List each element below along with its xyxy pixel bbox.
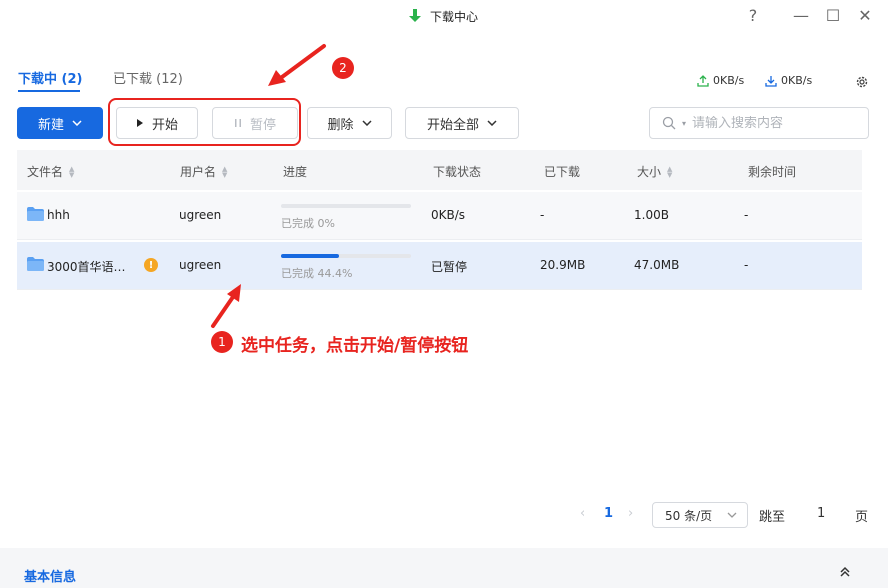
- column-header-progress: 进度: [283, 165, 308, 179]
- new-button[interactable]: 新建: [17, 107, 103, 139]
- remaining-time: -: [744, 208, 749, 222]
- prev-page-icon[interactable]: ‹: [580, 506, 585, 521]
- progress-text: 已完成 44.4%: [281, 267, 353, 280]
- start-all-button-label: 开始全部: [426, 117, 479, 133]
- chevron-down-icon: [72, 120, 82, 126]
- annotation-step-1: 1: [211, 331, 233, 353]
- tab-downloaded[interactable]: 已下载 (12): [113, 68, 183, 87]
- folder-icon: [27, 207, 44, 221]
- chevron-down-icon: [487, 120, 497, 126]
- folder-icon: [27, 257, 44, 271]
- column-header-remaining: 剩余时间: [748, 165, 797, 179]
- user-name: ugreen: [179, 258, 222, 272]
- search-box[interactable]: ▾: [649, 107, 869, 139]
- progress-fill: [281, 254, 339, 258]
- upload-speed-value: 0KB/s: [713, 74, 745, 87]
- goto-page-input[interactable]: 1: [817, 506, 825, 521]
- sort-icon[interactable]: ▲ ▼: [69, 165, 74, 178]
- goto-label: 跳至: [759, 510, 786, 525]
- column-header-username[interactable]: 用户名 ▲ ▼: [180, 163, 227, 180]
- search-dropdown-caret-icon[interactable]: ▾: [682, 119, 686, 128]
- download-speed: 0KB/s: [765, 74, 812, 87]
- file-size: 1.00B: [634, 208, 669, 222]
- download-status: 0KB/s: [431, 208, 466, 222]
- column-header-filename[interactable]: 文件名 ▲ ▼: [27, 163, 74, 180]
- remaining-time: -: [744, 258, 749, 272]
- warning-icon[interactable]: !: [144, 258, 158, 272]
- basic-info-title: 基本信息: [24, 570, 77, 585]
- delete-button[interactable]: 删除: [307, 107, 392, 139]
- page-size-select[interactable]: 50 条/页: [652, 502, 748, 528]
- download-arrow-icon: [409, 9, 421, 22]
- progress-bar: [281, 204, 411, 208]
- basic-info-panel[interactable]: 基本信息: [0, 548, 888, 588]
- annotation-arrow-2-icon: [268, 44, 326, 86]
- progress-text: 已完成 0%: [281, 217, 335, 230]
- download-speed-value: 0KB/s: [781, 74, 813, 87]
- active-tab-indicator: [18, 90, 80, 92]
- title-bar: 下载中心 ? — ☐ ✕: [0, 0, 888, 32]
- progress-bar: [281, 254, 411, 258]
- downloaded-amount: -: [540, 208, 545, 222]
- tab-downloading[interactable]: 下载中 (2): [18, 68, 82, 87]
- window-title: 下载中心: [430, 9, 479, 24]
- next-page-icon[interactable]: ›: [628, 506, 633, 521]
- download-icon: [765, 75, 777, 87]
- double-chevron-up-icon[interactable]: [839, 566, 851, 578]
- new-button-label: 新建: [37, 117, 64, 133]
- user-name: ugreen: [179, 208, 222, 222]
- settings-gear-icon[interactable]: [855, 74, 869, 88]
- page-suffix: 页: [855, 510, 869, 525]
- sort-icon[interactable]: ▲ ▼: [222, 165, 227, 178]
- column-header-status: 下载状态: [433, 165, 482, 179]
- downloaded-amount: 20.9MB: [540, 258, 586, 272]
- minimize-button[interactable]: —: [790, 4, 812, 26]
- help-icon[interactable]: ?: [742, 4, 764, 26]
- chevron-down-icon: [727, 512, 737, 518]
- upload-icon: [697, 74, 709, 87]
- file-size: 47.0MB: [634, 258, 680, 272]
- table-row-selected[interactable]: 3000首华语… ! ugreen 已完成 44.4% 已暂停 20.9MB 4…: [17, 242, 862, 290]
- upload-speed: 0KB/s: [697, 74, 744, 87]
- table-header: 文件名 ▲ ▼ 用户名 ▲ ▼ 进度 下载状态 已下载 大小 ▲ ▼ 剩余时间: [17, 150, 862, 190]
- app-title-group: 下载中心: [408, 6, 478, 26]
- annotation-arrow-1-icon: [211, 284, 241, 328]
- page-size-value: 50 条/页: [665, 508, 713, 523]
- download-center-window: 下载中心 ? — ☐ ✕ 下载中 (2) 已下载 (12) 0KB/s 0KB/…: [0, 0, 888, 588]
- annotation-highlight-box: [108, 98, 301, 146]
- current-page[interactable]: 1: [604, 506, 613, 521]
- chevron-down-icon: [361, 120, 372, 126]
- file-name: 3000首华语…: [47, 260, 126, 274]
- sort-icon[interactable]: ▲ ▼: [667, 165, 672, 178]
- annotation-instruction: 选中任务，点击开始/暂停按钮: [241, 336, 469, 356]
- search-input[interactable]: [692, 115, 853, 131]
- start-all-button[interactable]: 开始全部: [405, 107, 519, 139]
- delete-button-label: 删除: [327, 117, 354, 133]
- column-header-downloaded: 已下载: [544, 165, 581, 179]
- maximize-button[interactable]: ☐: [822, 4, 844, 26]
- annotation-step-2: 2: [332, 57, 354, 79]
- download-status: 已暂停: [431, 260, 468, 274]
- search-icon: [662, 116, 676, 130]
- column-header-size[interactable]: 大小 ▲ ▼: [637, 163, 672, 180]
- close-button[interactable]: ✕: [854, 4, 876, 26]
- table-row[interactable]: hhh ugreen 已完成 0% 0KB/s - 1.00B -: [17, 192, 862, 240]
- file-name: hhh: [47, 208, 70, 222]
